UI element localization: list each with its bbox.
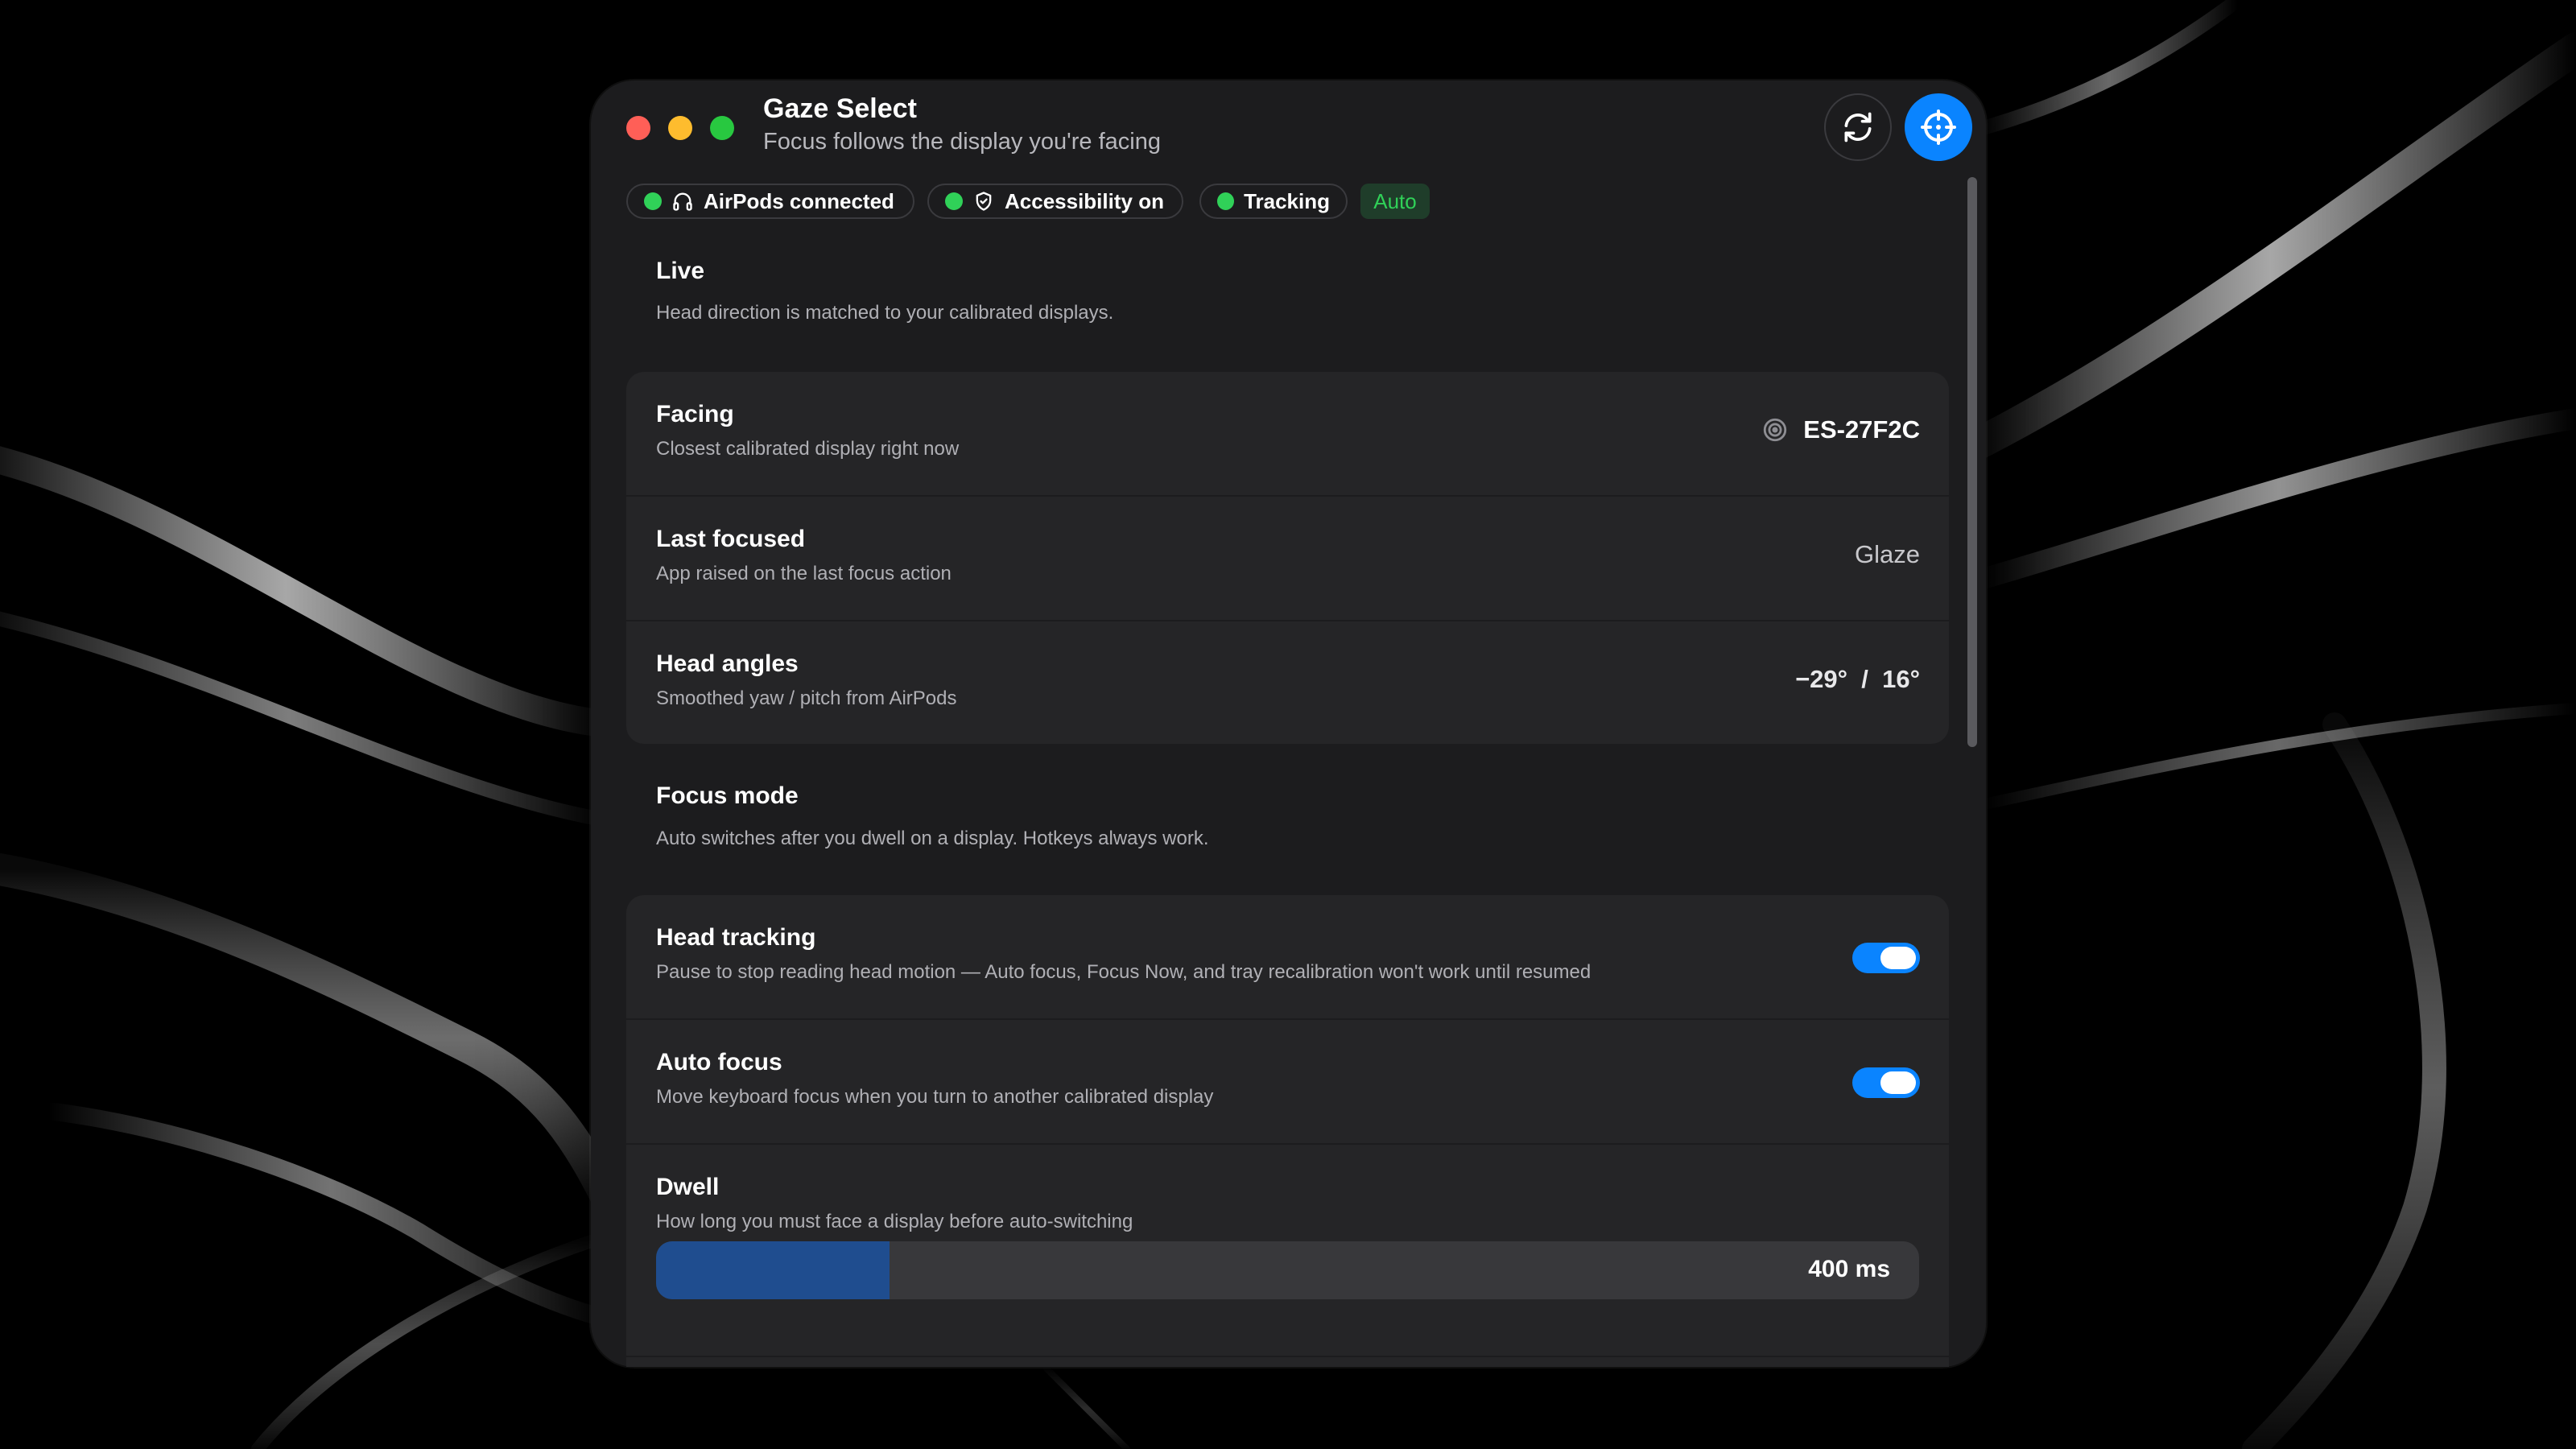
dwell-slider[interactable]: 400 ms xyxy=(656,1241,1919,1299)
close-window-button[interactable] xyxy=(626,116,650,140)
dwell-value: 400 ms xyxy=(1808,1256,1890,1282)
toggle-knob xyxy=(1880,1071,1916,1094)
head-tracking-title: Head tracking xyxy=(656,924,816,951)
focus-mode-section-title: Focus mode xyxy=(656,782,799,809)
head-tracking-row: Head tracking Pause to stop reading head… xyxy=(626,895,1949,1019)
app-title: Gaze Select xyxy=(763,93,917,124)
dwell-subtitle: How long you must face a display before … xyxy=(656,1211,1133,1232)
auto-focus-subtitle: Move keyboard focus when you turn to ano… xyxy=(656,1086,1214,1108)
last-focused-title: Last focused xyxy=(656,526,806,552)
head-angles-subtitle: Smoothed yaw / pitch from AirPods xyxy=(656,687,957,709)
headphones-icon xyxy=(673,192,692,211)
focus-mode-section-description: Auto switches after you dwell on a displ… xyxy=(656,828,1209,849)
last-focused-subtitle: App raised on the last focus action xyxy=(656,563,952,584)
facing-subtitle: Closest calibrated display right now xyxy=(656,438,960,460)
tracking-status-chip: Tracking xyxy=(1199,184,1348,219)
last-focused-row: Last focused App raised on the last focu… xyxy=(626,497,1949,621)
facing-row: Facing Closest calibrated display right … xyxy=(626,372,1949,496)
crosshair-icon xyxy=(1921,109,1956,145)
head-angles-row: Head angles Smoothed yaw / pitch from Ai… xyxy=(626,621,1949,744)
mode-badge: Auto xyxy=(1360,184,1430,219)
status-dot xyxy=(1217,192,1235,210)
status-dot xyxy=(644,192,662,210)
auto-focus-row: Auto focus Move keyboard focus when you … xyxy=(626,1020,1949,1144)
auto-focus-title: Auto focus xyxy=(656,1049,782,1075)
minimize-window-button[interactable] xyxy=(668,116,692,140)
airpods-status-label: AirPods connected xyxy=(704,188,894,213)
tracking-status-label: Tracking xyxy=(1244,188,1330,213)
facing-title: Facing xyxy=(656,401,734,427)
live-info-card: Facing Closest calibrated display right … xyxy=(626,372,1949,744)
app-subtitle: Focus follows the display you're facing xyxy=(763,129,1161,155)
live-section-description: Head direction is matched to your calibr… xyxy=(656,302,1114,324)
refresh-icon xyxy=(1844,112,1872,142)
refresh-button[interactable] xyxy=(1824,93,1892,161)
dwell-slider-fill xyxy=(656,1241,890,1299)
head-tracking-subtitle: Pause to stop reading head motion — Auto… xyxy=(656,961,1591,983)
status-dot xyxy=(945,192,963,210)
facing-display-name: ES-27F2C xyxy=(1803,415,1920,444)
accessibility-status-chip: Accessibility on xyxy=(927,184,1183,219)
shield-check-icon xyxy=(976,192,992,211)
accessibility-status-label: Accessibility on xyxy=(1005,188,1164,213)
dwell-title: Dwell xyxy=(656,1174,720,1200)
row-divider xyxy=(626,1356,1949,1357)
display-target-icon xyxy=(1764,418,1787,442)
live-section-title: Live xyxy=(656,258,705,284)
auto-focus-toggle[interactable] xyxy=(1852,1067,1920,1098)
dwell-row: Dwell How long you must face a display b… xyxy=(626,1145,1949,1367)
scrollbar[interactable] xyxy=(1967,177,1977,747)
focus-settings-card: Head tracking Pause to stop reading head… xyxy=(626,895,1949,1367)
facing-value: ES-27F2C xyxy=(1761,415,1920,444)
focus-now-button[interactable] xyxy=(1905,93,1972,161)
last-focused-value: Glaze xyxy=(1855,540,1920,568)
toggle-knob xyxy=(1880,947,1916,969)
head-tracking-toggle[interactable] xyxy=(1852,943,1920,973)
zoom-window-button[interactable] xyxy=(710,116,734,140)
airpods-status-chip: AirPods connected xyxy=(626,184,914,219)
head-angles-title: Head angles xyxy=(656,650,799,677)
head-angles-value: −29° / 16° xyxy=(1795,665,1920,693)
